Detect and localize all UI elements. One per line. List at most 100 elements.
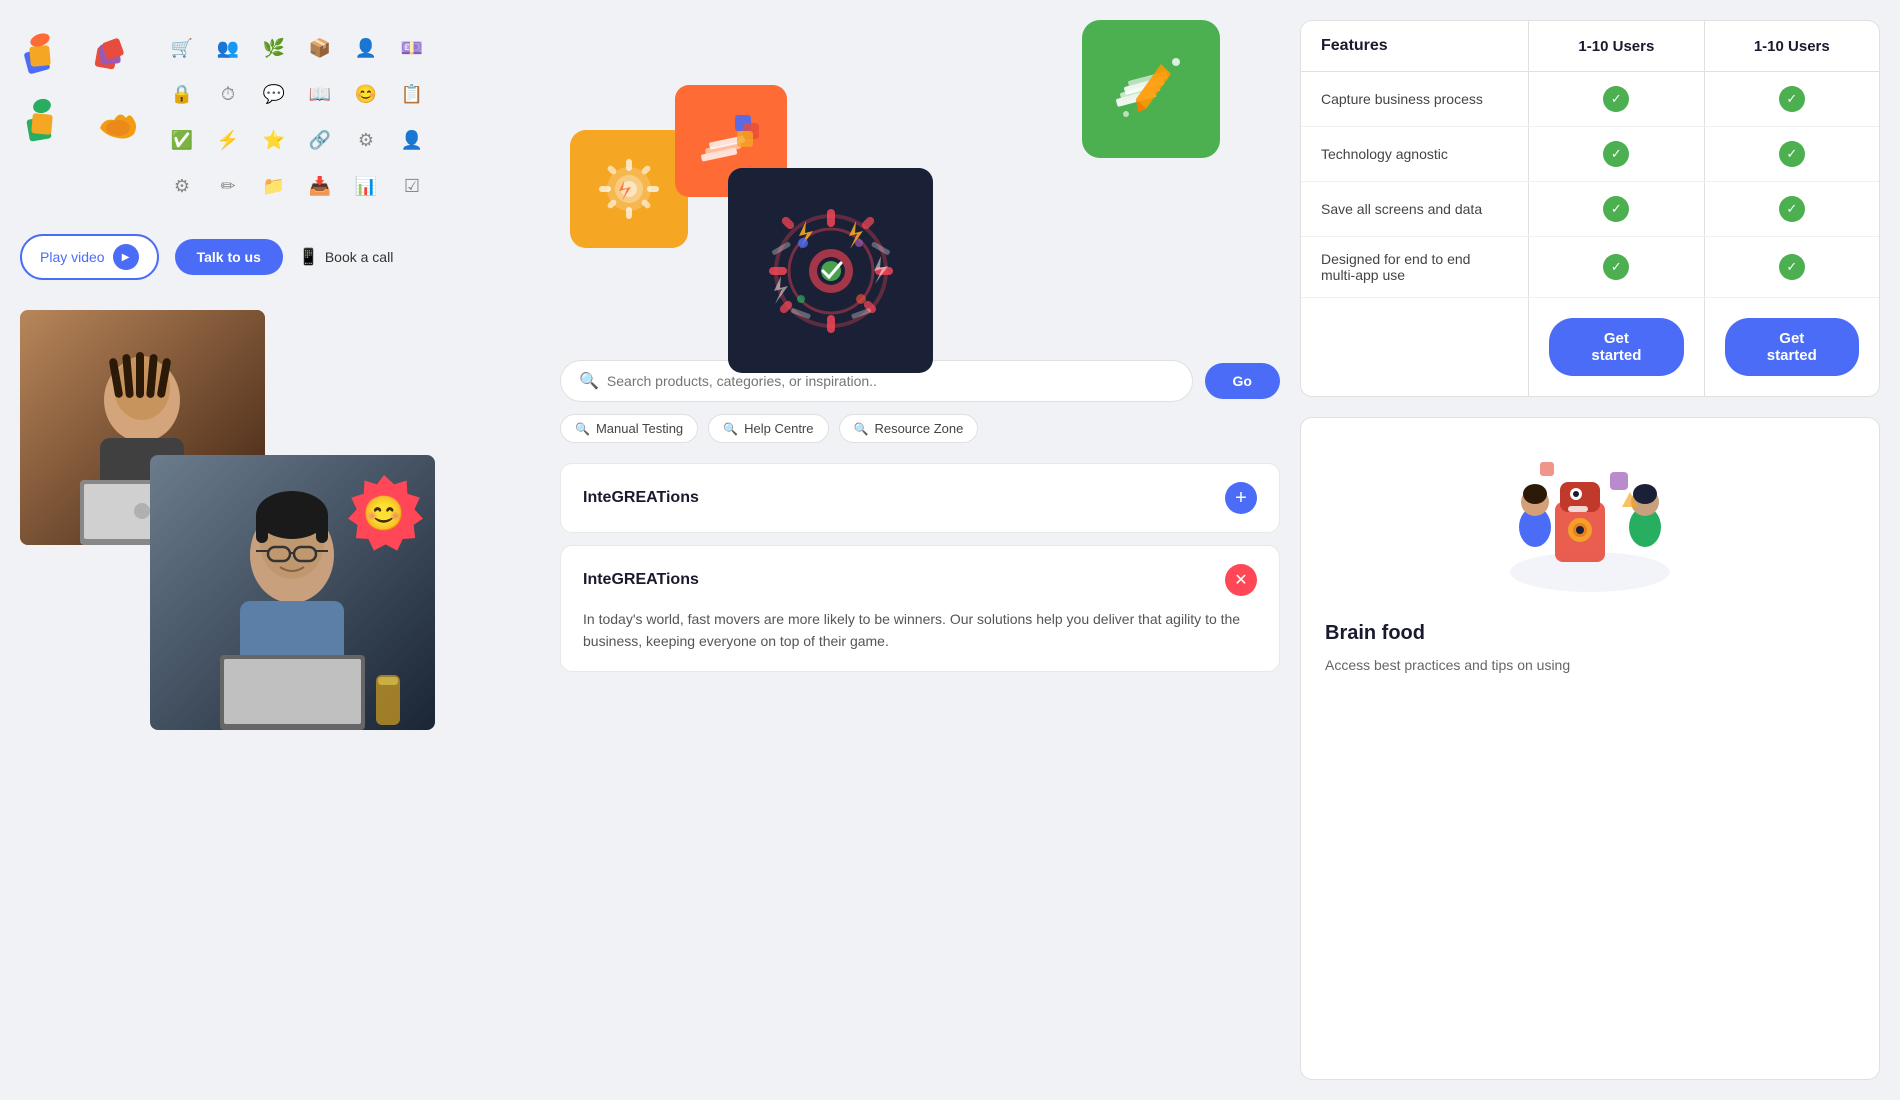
search-tag-label-3: Resource Zone bbox=[874, 421, 963, 436]
search-input[interactable] bbox=[607, 373, 1174, 389]
phone-icon: 📱 bbox=[299, 247, 319, 267]
currency-icon: 💷 bbox=[394, 30, 430, 66]
feature-2-col1: ✓ bbox=[1529, 127, 1704, 182]
feature-3-col2: ✓ bbox=[1704, 182, 1879, 237]
middle-panel: 🔍 Go 🔍 Manual Testing 🔍 Help Centre 🔍 Re… bbox=[560, 20, 1280, 1080]
pricing-row-2: Technology agnostic ✓ ✓ bbox=[1301, 127, 1879, 182]
product-showcase bbox=[560, 20, 1280, 340]
accordion-card-1: InteGREATions + bbox=[560, 463, 1280, 533]
user-minus-icon: 👤 bbox=[394, 122, 430, 158]
play-video-label: Play video bbox=[40, 249, 105, 265]
feature-1-col2: ✓ bbox=[1704, 72, 1879, 127]
clipboard-icon: 📋 bbox=[394, 76, 430, 112]
pricing-row-1: Capture business process ✓ ✓ bbox=[1301, 72, 1879, 127]
feature-1-label: Capture business process bbox=[1301, 72, 1529, 127]
feature-2-col2: ✓ bbox=[1704, 127, 1879, 182]
pricing-cta-col2: Get started bbox=[1704, 298, 1879, 397]
col1-header: 1-10 Users bbox=[1529, 21, 1704, 72]
lightning-icon: ⚡ bbox=[210, 122, 246, 158]
icons-grid-section: 🛒 👥 🌿 📦 👤 💷 🔒 ⏱ 💬 📖 😊 📋 ✅ ⚡ ⭐ 🔗 ⚙ 👤 ⚙ bbox=[20, 20, 540, 204]
brain-food-description: Access best practices and tips on using bbox=[1325, 655, 1570, 676]
gear-icon: ⚙ bbox=[348, 122, 384, 158]
pricing-cta-col1: Get started bbox=[1529, 298, 1704, 397]
feature-3-col1: ✓ bbox=[1529, 182, 1704, 237]
search-tag-manual-testing[interactable]: 🔍 Manual Testing bbox=[560, 414, 698, 443]
search-tag-resource-zone[interactable]: 🔍 Resource Zone bbox=[839, 414, 979, 443]
green-app-icon bbox=[1082, 20, 1220, 158]
basket-icon: 🛒 bbox=[164, 30, 200, 66]
brain-food-title: Brain food bbox=[1325, 622, 1425, 645]
brain-food-card: Brain food Access best practices and tip… bbox=[1300, 417, 1880, 1080]
book-call-link[interactable]: 📱 Book a call bbox=[299, 247, 393, 267]
photo-collage: 😊 bbox=[20, 310, 480, 730]
search-tag-icon-3: 🔍 bbox=[854, 422, 869, 436]
feature-3-label: Save all screens and data bbox=[1301, 182, 1529, 237]
search-tag-label-1: Manual Testing bbox=[596, 421, 683, 436]
users-icon: 👥 bbox=[210, 30, 246, 66]
brain-food-image bbox=[1325, 442, 1855, 602]
go-button[interactable]: Go bbox=[1205, 363, 1280, 399]
accordion-header-2: InteGREATions ✕ bbox=[583, 564, 1257, 596]
feature-4-col1: ✓ bbox=[1529, 237, 1704, 298]
check-mark: ✓ bbox=[1779, 196, 1805, 222]
checkbox-icon: ☑ bbox=[394, 168, 430, 204]
search-tag-icon-2: 🔍 bbox=[723, 422, 738, 436]
settings-icon: ⚙ bbox=[164, 168, 200, 204]
check-mark: ✓ bbox=[1603, 141, 1629, 167]
col2-header: 1-10 Users bbox=[1704, 21, 1879, 72]
inbox-icon: 📥 bbox=[302, 168, 338, 204]
blue-product-icon bbox=[20, 20, 80, 80]
search-tags: 🔍 Manual Testing 🔍 Help Centre 🔍 Resourc… bbox=[560, 414, 1280, 443]
feature-2-label: Technology agnostic bbox=[1301, 127, 1529, 182]
feature-4-col2: ✓ bbox=[1704, 237, 1879, 298]
orange-product-icon bbox=[88, 88, 148, 148]
tree-icon: 🌿 bbox=[256, 30, 292, 66]
get-started-button-1[interactable]: Get started bbox=[1549, 318, 1683, 376]
right-panel: Features 1-10 Users 1-10 Users Capture b… bbox=[1300, 20, 1880, 1080]
accordion-collapse-button-2[interactable]: ✕ bbox=[1225, 564, 1257, 596]
delivery-icon: 📦 bbox=[302, 30, 338, 66]
lock-icon: 🔒 bbox=[164, 76, 200, 112]
colored-icon-row-1 bbox=[20, 20, 148, 80]
timer-icon: ⏱ bbox=[210, 76, 246, 112]
accordion-body-2: In today's world, fast movers are more l… bbox=[583, 608, 1257, 653]
accordion-header-1: InteGREATions + bbox=[583, 482, 1257, 514]
check-mark: ✓ bbox=[1779, 86, 1805, 112]
colored-icons bbox=[20, 20, 148, 204]
pricing-row-4: Designed for end to end multi-app use ✓ … bbox=[1301, 237, 1879, 298]
left-panel: 🛒 👥 🌿 📦 👤 💷 🔒 ⏱ 💬 📖 😊 📋 ✅ ⚡ ⭐ 🔗 ⚙ 👤 ⚙ bbox=[20, 20, 540, 1080]
chart-icon: 📊 bbox=[348, 168, 384, 204]
star-icon: ⭐ bbox=[256, 122, 292, 158]
features-header: Features bbox=[1301, 21, 1529, 72]
get-started-button-2[interactable]: Get started bbox=[1725, 318, 1859, 376]
action-buttons: Play video ▶ Talk to us 📱 Book a call bbox=[20, 234, 540, 280]
feature-1-col1: ✓ bbox=[1529, 72, 1704, 127]
accordion-expand-button-1[interactable]: + bbox=[1225, 482, 1257, 514]
book-icon: 📖 bbox=[302, 76, 338, 112]
dark-app-icon bbox=[728, 168, 933, 373]
pricing-cta-empty bbox=[1301, 298, 1529, 397]
check-mark: ✓ bbox=[1779, 254, 1805, 280]
green-product-icon bbox=[20, 88, 80, 148]
accordion-title-1: InteGREATions bbox=[583, 489, 699, 507]
search-tag-label-2: Help Centre bbox=[744, 421, 813, 436]
check-mark: ✓ bbox=[1603, 254, 1629, 280]
outline-icons-grid: 🛒 👥 🌿 📦 👤 💷 🔒 ⏱ 💬 📖 😊 📋 ✅ ⚡ ⭐ 🔗 ⚙ 👤 ⚙ bbox=[164, 30, 430, 204]
play-video-button[interactable]: Play video ▶ bbox=[20, 234, 159, 280]
search-tag-icon-1: 🔍 bbox=[575, 422, 590, 436]
search-tag-help-centre[interactable]: 🔍 Help Centre bbox=[708, 414, 828, 443]
check-mark: ✓ bbox=[1603, 196, 1629, 222]
check-icon: ✅ bbox=[164, 122, 200, 158]
talk-to-us-button[interactable]: Talk to us bbox=[175, 239, 283, 275]
link-icon: 🔗 bbox=[302, 122, 338, 158]
pricing-cta-row: Get started Get started bbox=[1301, 298, 1879, 397]
search-icon: 🔍 bbox=[579, 371, 599, 391]
pricing-row-3: Save all screens and data ✓ ✓ bbox=[1301, 182, 1879, 237]
feature-4-label: Designed for end to end multi-app use bbox=[1301, 237, 1529, 298]
accordion-section: InteGREATions + InteGREATions ✕ In today… bbox=[560, 463, 1280, 672]
orange-app-icon bbox=[570, 130, 688, 248]
book-call-label: Book a call bbox=[325, 249, 393, 265]
check-mark: ✓ bbox=[1603, 86, 1629, 112]
person-icon: 👤 bbox=[348, 30, 384, 66]
edit-icon: ✏ bbox=[210, 168, 246, 204]
